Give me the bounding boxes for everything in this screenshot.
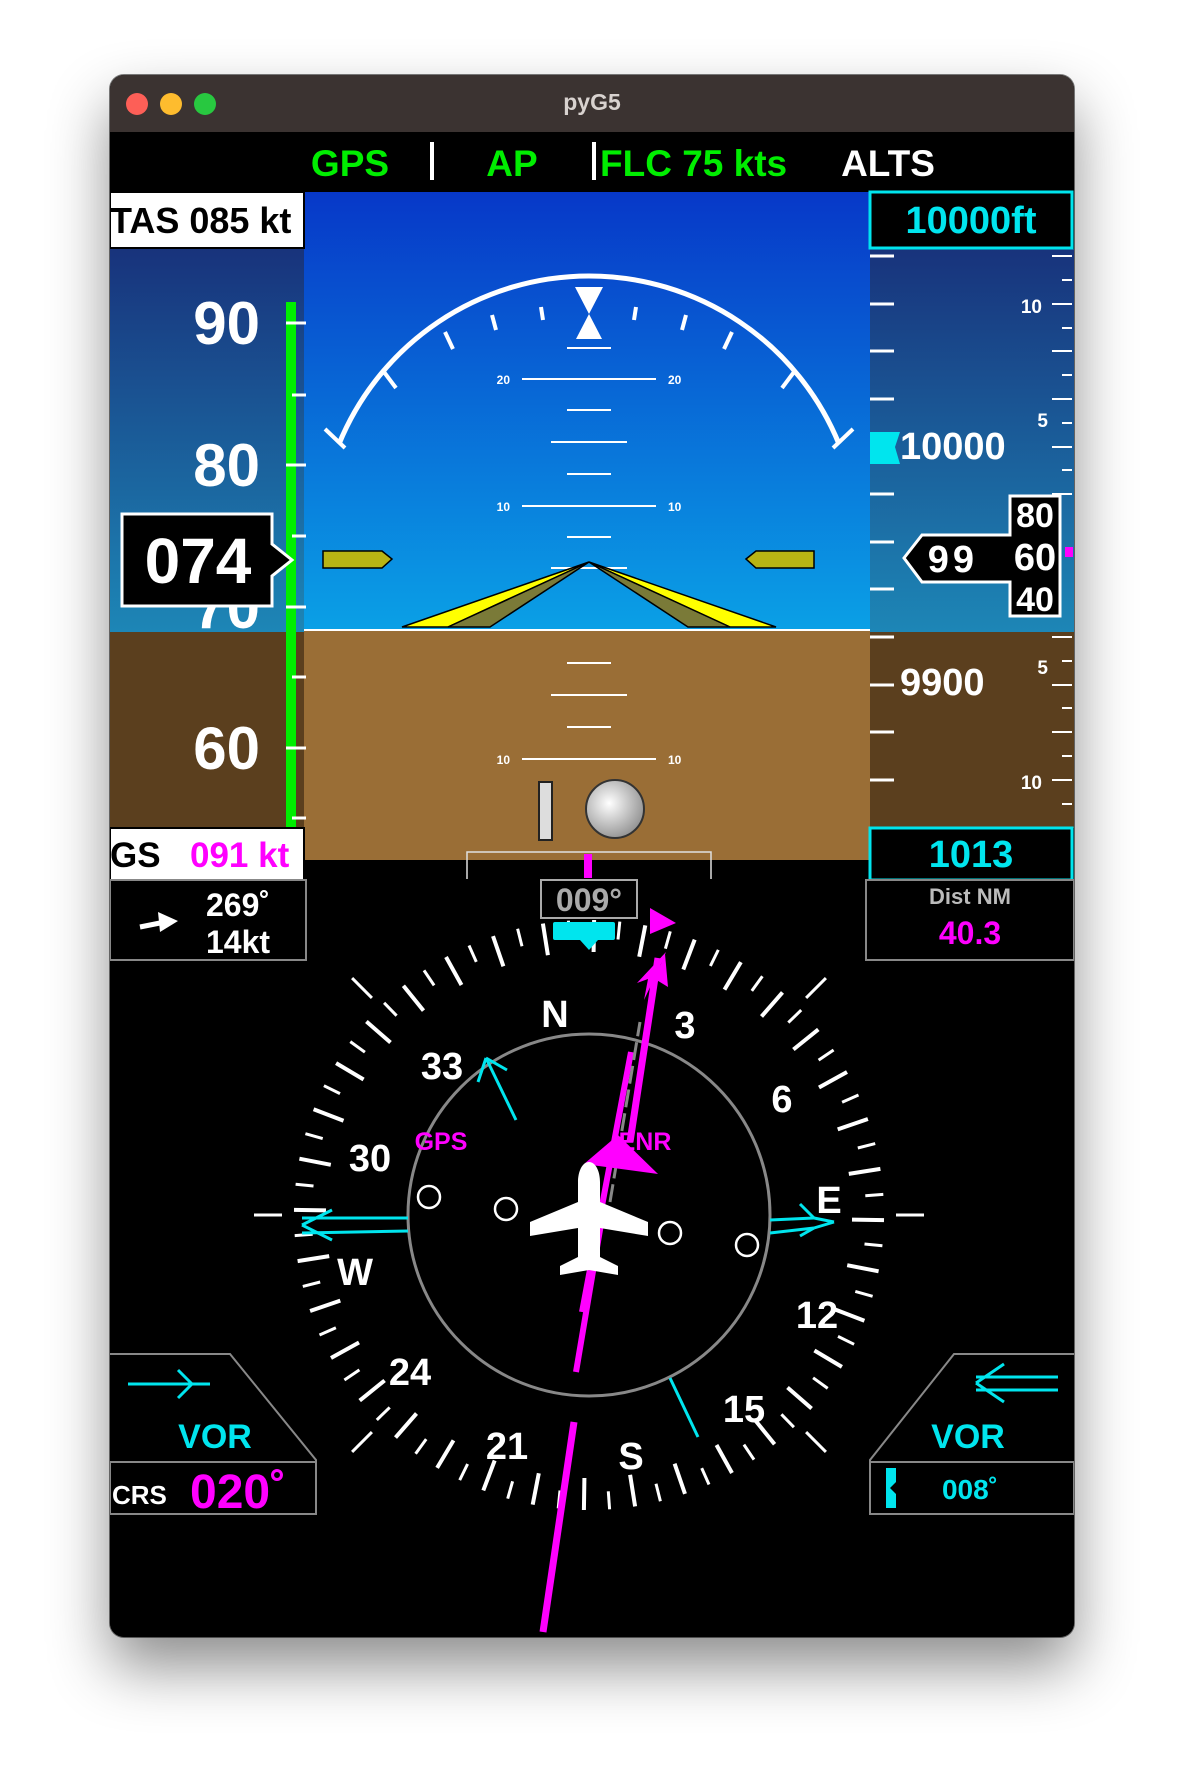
left-bearing-label: VOR	[178, 1418, 252, 1456]
alt-tick-label: 9900	[900, 662, 985, 704]
alt-tick-label: 10000	[900, 426, 1006, 468]
altitude-drum-current: 60	[1014, 537, 1056, 579]
compass-label: W	[337, 1252, 373, 1294]
annunciator-bar: GPS AP FLC 75 kts ALTS	[110, 132, 1074, 192]
speed-tick-label: 90	[193, 290, 260, 357]
pitch-label: 10	[497, 753, 511, 767]
course-value: 020˚	[190, 1466, 286, 1519]
speed-tick-label: 80	[193, 432, 260, 499]
wind-direction: 269˚	[206, 887, 270, 923]
compass-label: 21	[486, 1426, 528, 1468]
vsi-label: 10	[1021, 773, 1042, 794]
pitch-label: 10	[497, 500, 511, 514]
right-wing-symbol	[744, 550, 815, 569]
vertical-mode-label: FLC 75 kts	[600, 143, 787, 184]
airspeed-tape: 90 80 70 60 TAS 085 kt 074 GS 091 kt	[110, 191, 306, 881]
vertical-speed-indicator	[1065, 547, 1073, 557]
hsi: N 3 6 E 12 15 S 21 24 W 30 33 GPS ENR 00…	[110, 879, 1074, 1637]
right-bearing-label: VOR	[931, 1418, 1005, 1456]
attitude-indicator: 20 20 10 10 10 10	[304, 192, 870, 879]
pitch-label: 10	[668, 753, 682, 767]
tas-label: TAS 085 kt	[110, 200, 291, 241]
pitch-label: 20	[497, 373, 511, 387]
vsi-label: 10	[1021, 297, 1042, 318]
compass-tick	[865, 1192, 884, 1198]
pitch-label: 10	[668, 500, 682, 514]
title-bar: pyG5	[110, 75, 1074, 132]
window-title: pyG5	[563, 89, 621, 115]
autopilot-label: AP	[486, 143, 537, 184]
compass-tick	[295, 1182, 314, 1188]
compass-tick	[293, 1207, 327, 1213]
compass-label: 12	[796, 1295, 838, 1337]
speed-tick-label: 60	[193, 715, 260, 782]
altitude-drum-upper: 80	[1016, 497, 1054, 535]
left-wing-symbol	[322, 550, 394, 569]
compass-label: E	[816, 1180, 841, 1222]
slip-ball	[585, 779, 645, 839]
altitude-mode-label: ALTS	[841, 143, 935, 184]
compass-label: 15	[723, 1389, 765, 1431]
compass-label: N	[541, 994, 568, 1036]
turn-marker	[538, 781, 553, 841]
compass-tick	[616, 921, 622, 940]
heading-value: 009°	[556, 882, 622, 918]
pitch-label: 20	[668, 373, 682, 387]
altitude-tape: 10 5 5 10 10000 9900 10000ft 99 80 60 40	[868, 190, 1074, 882]
flight-phase-label: ENR	[619, 1128, 672, 1156]
heading-bug	[553, 922, 615, 940]
g5-screen: GPS AP FLC 75 kts ALTS 20 20 10 10 10 10…	[110, 132, 1074, 1637]
altitude-hundreds: 99	[928, 539, 978, 581]
compass-tick	[606, 1491, 612, 1510]
vsi-label: 5	[1037, 658, 1048, 679]
compass-tick	[581, 1477, 587, 1511]
course-label: CRS	[112, 1480, 167, 1510]
distance-value: 40.3	[939, 915, 1001, 951]
compass-label: 3	[674, 1005, 695, 1047]
turn-rate-indicator	[584, 854, 592, 878]
compass-label: 33	[421, 1046, 463, 1088]
gs-value: 091 kt	[190, 836, 290, 875]
distance-label: Dist NM	[929, 884, 1011, 909]
baro-setting: 1013	[929, 834, 1014, 876]
compass-tick	[851, 1217, 885, 1223]
wind-speed: 14kt	[206, 924, 270, 960]
current-speed: 074	[145, 525, 252, 597]
compass-tick	[864, 1242, 883, 1248]
selected-altitude: 10000ft	[906, 200, 1037, 242]
right-bearing-value: 008˚	[942, 1474, 998, 1505]
gs-label: GS	[110, 836, 161, 875]
app-window: pyG5 GPS AP FLC 75 kts ALTS 20 20 10 10 …	[110, 75, 1074, 1637]
vsi-label: 5	[1037, 411, 1048, 432]
compass-label: 6	[771, 1079, 792, 1121]
nav-source-label: GPS	[415, 1128, 468, 1156]
compass-tick	[294, 1232, 313, 1238]
compass-label: 30	[349, 1138, 391, 1180]
lateral-mode-label: GPS	[311, 143, 389, 184]
altitude-drum-lower: 40	[1016, 581, 1054, 619]
compass-label: 24	[389, 1352, 431, 1394]
compass-label: S	[618, 1436, 643, 1478]
